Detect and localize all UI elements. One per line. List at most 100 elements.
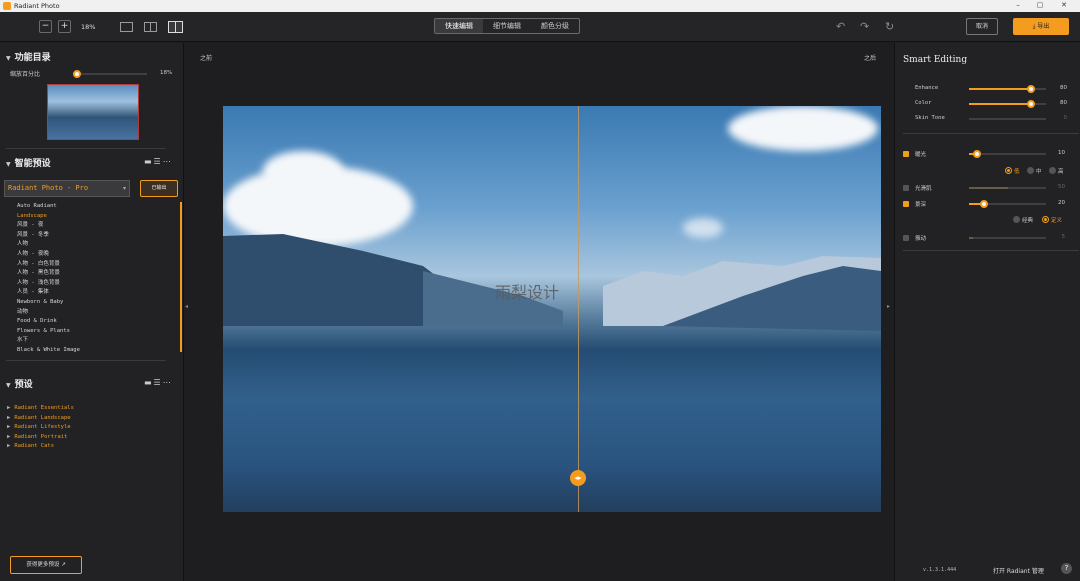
option-checkbox[interactable]	[903, 235, 909, 241]
expand-triangle-icon: ▶	[7, 405, 11, 411]
open-manager-link[interactable]: 打开 Radiant 管理	[993, 566, 1044, 575]
app-title: Radiant Photo	[14, 2, 60, 10]
version-label: v.1.3.1.444	[923, 567, 957, 573]
preset-list-item[interactable]: 人物 - 黑色背景	[17, 269, 177, 279]
split-divider-line[interactable]	[578, 106, 579, 512]
slider-knob[interactable]	[980, 200, 989, 208]
adjustment-slider[interactable]	[969, 85, 1046, 93]
slider-knob[interactable]	[1026, 85, 1035, 93]
minimize-button[interactable]: –	[1008, 1, 1028, 9]
preset-list-scrollbar[interactable]	[180, 202, 182, 352]
radio-button[interactable]	[1049, 167, 1056, 174]
radio-label: 低	[1014, 169, 1020, 175]
zoom-in-button[interactable]: +	[58, 20, 71, 33]
preset-list-item[interactable]: 人物	[17, 240, 177, 250]
before-label: 之前	[200, 55, 213, 62]
adjustment-slider[interactable]	[969, 237, 1046, 239]
slider-knob[interactable]	[972, 150, 981, 158]
collapse-triangle-icon: ▼	[6, 382, 11, 389]
radio-label: 中	[1036, 169, 1042, 175]
smart-presets-header[interactable]: ▼ 智能预设	[6, 156, 51, 169]
slider-label: Skin Tone	[915, 115, 945, 121]
preview-image[interactable]: ◂▸ 雨梨设计	[223, 106, 881, 512]
tab-quick-edit[interactable]: 快速编辑	[435, 19, 483, 33]
collapse-left-icon[interactable]: ◂	[185, 303, 188, 310]
expand-triangle-icon: ▶	[7, 424, 11, 431]
option-label: 光滑肌	[915, 186, 932, 192]
radio-button[interactable]	[1027, 167, 1034, 174]
preset-list-item[interactable]: Flowers & Plants	[17, 327, 177, 337]
preset-group-item[interactable]: ▶ Radiant Cats	[7, 442, 74, 452]
radio-button[interactable]	[1013, 216, 1020, 223]
exported-button[interactable]: 已输出	[140, 180, 178, 197]
preset-list-item[interactable]: 水下	[17, 336, 177, 346]
tab-detail-edit[interactable]: 细节编辑	[483, 19, 531, 33]
maximize-button[interactable]: ▢	[1030, 1, 1050, 9]
side-by-side-view-icon[interactable]	[144, 22, 157, 32]
close-button[interactable]: ✕	[1054, 1, 1074, 9]
preset-list-item[interactable]: 风景 - 冬季	[17, 231, 177, 241]
preset-group-item[interactable]: ▶ Radiant Landscape	[7, 414, 74, 424]
option-checkbox[interactable]	[903, 185, 909, 191]
adjustment-slider[interactable]	[969, 200, 1046, 208]
top-toolbar: − + 18% 快速编辑 细节编辑 颜色分级 ↶ ↷ ↻ 取消 ⤓ 导出	[0, 12, 1080, 42]
preset-list-item[interactable]: 动物	[17, 308, 177, 318]
get-more-presets-button[interactable]: 获得更多预设 ↗	[10, 556, 82, 574]
adjustment-slider[interactable]	[969, 100, 1046, 108]
preset-list-item[interactable]: Landscape	[17, 212, 177, 222]
zoom-out-button[interactable]: −	[39, 20, 52, 33]
collapse-right-icon[interactable]: ▸	[887, 303, 890, 310]
radio-button[interactable]	[1042, 216, 1049, 223]
adjustment-slider[interactable]	[969, 118, 1046, 120]
preset-list-item[interactable]: Black & White Image	[17, 346, 177, 354]
zoom-percent-slider[interactable]	[73, 70, 147, 78]
expand-triangle-icon: ▶	[7, 414, 11, 421]
slider-knob[interactable]	[1026, 100, 1035, 108]
preset-list-item[interactable]: 风景 - 夜	[17, 221, 177, 231]
split-handle-icon[interactable]: ◂▸	[570, 470, 586, 486]
tab-color-grading[interactable]: 颜色分级	[531, 19, 579, 33]
slider-label: Color	[915, 100, 932, 106]
preset-list-item[interactable]: 人物 - 夜晚	[17, 250, 177, 260]
navigator-thumbnail[interactable]	[47, 84, 139, 140]
option-label: 振动	[915, 236, 927, 242]
preset-list-item[interactable]: Newborn & Baby	[17, 298, 177, 308]
preset-group-item[interactable]: ▶ Radiant Essentials	[7, 404, 74, 414]
slider-value: 0	[1063, 115, 1068, 121]
option-checkbox[interactable]	[903, 201, 909, 207]
expand-triangle-icon: ▶	[7, 443, 11, 450]
radio-label: 定义	[1051, 218, 1063, 224]
catalog-header[interactable]: ▼ 功能目录	[6, 50, 51, 63]
slider-knob[interactable]	[73, 70, 81, 78]
preset-list-item[interactable]: 人物 - 浅色背景	[17, 279, 177, 289]
view-mode-icons[interactable]: ▬☰⋯	[144, 378, 173, 387]
single-view-icon[interactable]	[120, 22, 133, 32]
expand-triangle-icon: ▶	[7, 433, 11, 440]
help-icon[interactable]: ?	[1061, 563, 1072, 574]
preset-dropdown[interactable]: Radiant Photo - Pro ▾	[4, 180, 130, 197]
presets-header[interactable]: ▼ 预设	[6, 377, 33, 390]
preset-list-item[interactable]: 人员 - 集体	[17, 288, 177, 298]
option-value: 10	[1058, 150, 1065, 156]
adjustment-slider[interactable]	[969, 187, 1046, 189]
cancel-button[interactable]: 取消	[966, 18, 998, 35]
adjustment-slider[interactable]	[969, 150, 1046, 158]
slider-label: Enhance	[915, 85, 939, 91]
preset-list-item[interactable]: Auto Radiant	[17, 202, 177, 212]
redo-icon[interactable]: ↷	[860, 20, 869, 33]
export-button[interactable]: ⤓ 导出	[1013, 18, 1069, 35]
external-link-icon: ↗	[61, 562, 66, 568]
option-checkbox[interactable]	[903, 151, 909, 157]
preset-list-item[interactable]: Food & Drink	[17, 317, 177, 327]
split-view-icon[interactable]	[168, 21, 183, 33]
radio-button[interactable]	[1005, 167, 1012, 174]
smart-editing-title: Smart Editing	[903, 55, 968, 65]
preset-list-item[interactable]: 人物 - 白色背景	[17, 260, 177, 270]
preset-group-item[interactable]: ▶ Radiant Lifestyle	[7, 423, 74, 433]
image-canvas: 之前 之后 ◂ ▸ ◂▸ 雨梨设计	[185, 43, 893, 581]
undo-icon[interactable]: ↶	[836, 20, 845, 33]
collapse-triangle-icon: ▼	[6, 161, 11, 168]
reset-icon[interactable]: ↻	[885, 20, 894, 33]
view-mode-icons[interactable]: ▬☰⋯	[144, 157, 173, 166]
preset-group-item[interactable]: ▶ Radiant Portrait	[7, 433, 74, 443]
